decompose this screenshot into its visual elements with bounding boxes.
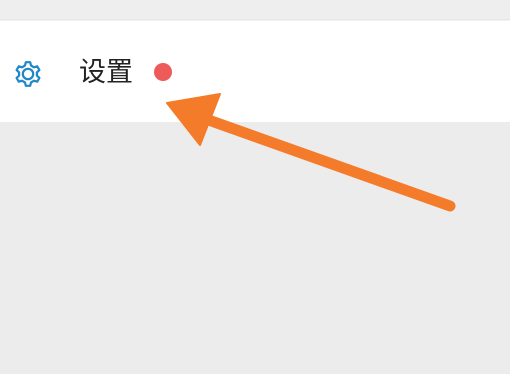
notification-dot (154, 63, 172, 81)
content-area (0, 122, 510, 374)
top-strip (0, 0, 510, 20)
gear-icon (10, 56, 46, 92)
settings-label: 设置 (79, 57, 133, 88)
settings-row[interactable]: 设置 (0, 20, 510, 122)
